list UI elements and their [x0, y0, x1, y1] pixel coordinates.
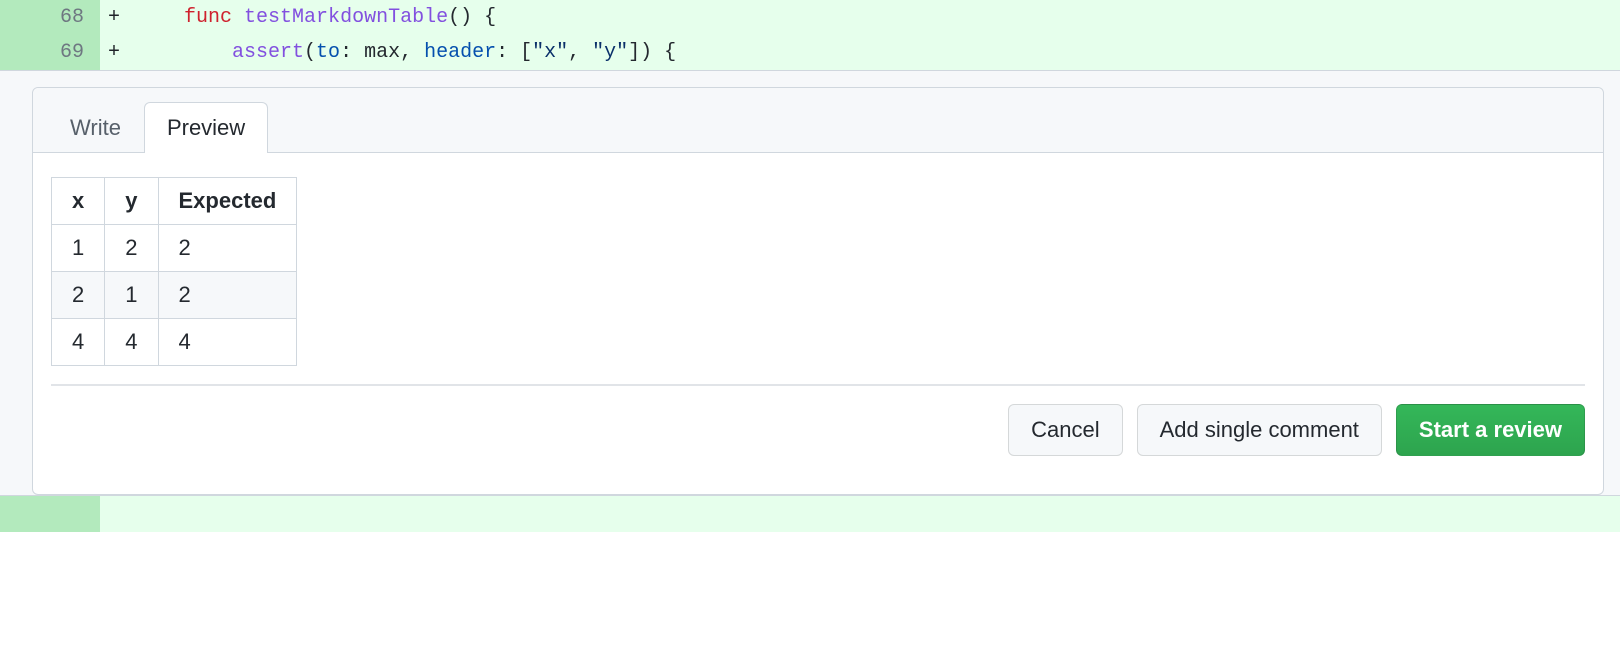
code-token: : [ [496, 41, 532, 64]
table-row: 212 [52, 272, 297, 319]
comment-tabnav: Write Preview [33, 88, 1603, 153]
code-token [136, 6, 184, 29]
code-token: ]) { [628, 41, 676, 64]
table-cell: 2 [158, 225, 297, 272]
code-token: () { [448, 6, 496, 29]
code-token: : max, [340, 41, 424, 64]
table-cell: 4 [158, 319, 297, 366]
comment-preview-body: xyExpected 122212444 Cancel Add single c… [33, 153, 1603, 494]
code-token [232, 6, 244, 29]
diff-trailing-line [0, 496, 1620, 532]
add-single-comment-button[interactable]: Add single comment [1137, 404, 1382, 456]
table-cell: 1 [105, 272, 158, 319]
tab-write[interactable]: Write [47, 102, 144, 153]
diff-gutter-number: 69 [0, 35, 100, 70]
table-row: 444 [52, 319, 297, 366]
table-cell: 2 [52, 272, 105, 319]
diff-marker: + [100, 0, 128, 35]
code-token: "x" [532, 41, 568, 64]
code-token: func [184, 6, 232, 29]
table-cell: 2 [105, 225, 158, 272]
diff-line: 68+ func testMarkdownTable() { [0, 0, 1620, 35]
diff-code: assert(to: max, header: ["x", "y"]) { [128, 35, 1620, 70]
table-row: 122 [52, 225, 297, 272]
diff-gutter-number: 68 [0, 0, 100, 35]
table-header-cell: y [105, 178, 158, 225]
markdown-table: xyExpected 122212444 [51, 177, 297, 366]
code-token: "y" [592, 41, 628, 64]
code-token: to [316, 41, 340, 64]
table-header-cell: Expected [158, 178, 297, 225]
diff-code: func testMarkdownTable() { [128, 0, 1620, 35]
table-cell: 4 [52, 319, 105, 366]
cancel-button[interactable]: Cancel [1008, 404, 1122, 456]
table-cell: 1 [52, 225, 105, 272]
start-review-button[interactable]: Start a review [1396, 404, 1585, 456]
code-token: testMarkdownTable [244, 6, 448, 29]
comment-actions: Cancel Add single comment Start a review [51, 386, 1585, 476]
table-cell: 2 [158, 272, 297, 319]
diff-gutter [0, 496, 100, 532]
code-token: assert [232, 41, 304, 64]
diff-line: 69+ assert(to: max, header: ["x", "y"]) … [0, 35, 1620, 70]
tab-preview[interactable]: Preview [144, 102, 268, 153]
code-token: header [424, 41, 496, 64]
comment-editor: Write Preview xyExpected 122212444 Cance… [0, 70, 1620, 496]
code-token: ( [304, 41, 316, 64]
table-header-cell: x [52, 178, 105, 225]
diff-marker: + [100, 35, 128, 70]
table-cell: 4 [105, 319, 158, 366]
code-token: , [568, 41, 592, 64]
code-token [136, 41, 232, 64]
